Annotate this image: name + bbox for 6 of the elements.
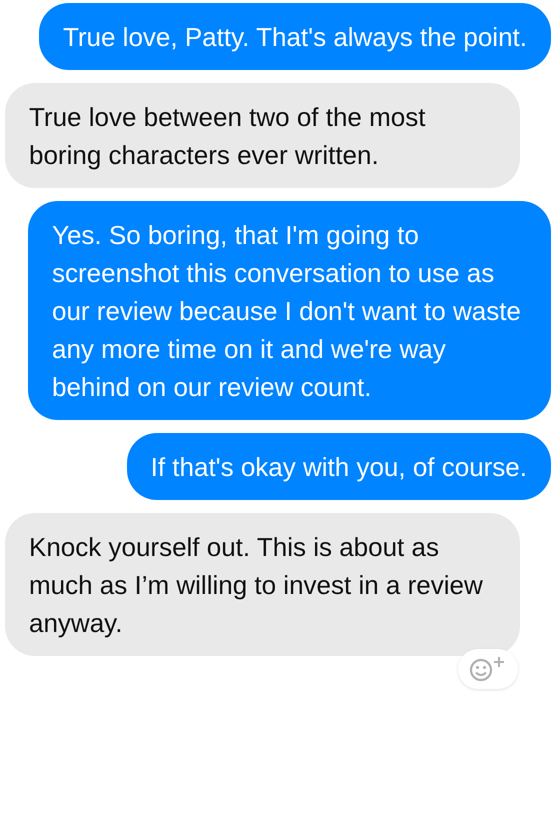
message-bubble: Knock yourself out. This is about as much as I’m willing to invest in a review anyway. [5,513,520,656]
add-reaction-button[interactable] [458,649,518,689]
message-bubble: True love between two of the most boring characters ever written. [5,83,520,188]
message-bubble: Yes. So boring, that I'm going to screenshot this conversation to use as our review because I don't want to waste any more time on it and we're way behind on our review count. [28,201,551,420]
message-bubble: If that's okay with you, of course. [126,433,551,500]
message-bubble: True love, Patty. That's always the point. [38,3,551,70]
